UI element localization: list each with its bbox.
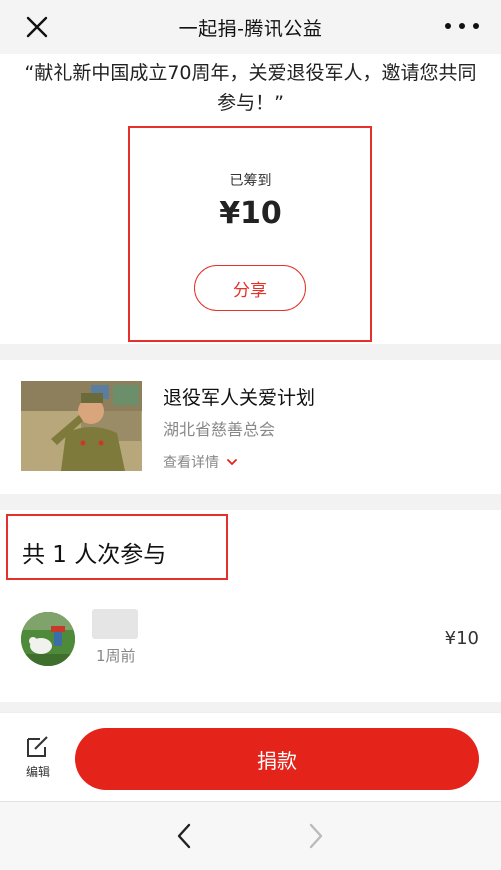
- page-title: 一起捐-腾讯公益: [178, 17, 323, 40]
- more-icon[interactable]: [445, 16, 479, 36]
- section-divider: [0, 494, 501, 510]
- forward-icon[interactable]: [304, 821, 328, 851]
- raised-label: 已筹到: [229, 173, 272, 189]
- share-button[interactable]: 分享: [194, 265, 306, 311]
- view-details-link[interactable]: 查看详情: [163, 452, 237, 472]
- donor-time: 1周前: [96, 647, 136, 665]
- invite-quote: “献礼新中国成立70周年，关爱退役军人，邀请您共同参与！”: [24, 62, 477, 114]
- browser-nav-bar: [0, 801, 501, 870]
- donate-button[interactable]: 捐款: [75, 728, 479, 790]
- project-organization: 湖北省慈善总会: [163, 420, 276, 439]
- edit-icon: [27, 736, 48, 757]
- project-thumbnail[interactable]: [21, 381, 142, 471]
- chevron-down-icon: [227, 459, 237, 466]
- section-divider: [0, 344, 501, 360]
- section-divider: [0, 702, 501, 712]
- participants-count: 共 1 人次参与: [22, 542, 167, 568]
- close-icon[interactable]: [22, 12, 52, 42]
- raised-amount: ¥10: [219, 196, 282, 231]
- title-bar: 一起捐-腾讯公益: [0, 0, 501, 54]
- edit-label: 编辑: [25, 765, 50, 779]
- view-details-label: 查看详情: [163, 455, 219, 471]
- edit-button[interactable]: 编辑: [18, 735, 58, 787]
- donor-amount: ¥10: [444, 628, 479, 649]
- project-title[interactable]: 退役军人关爱计划: [163, 383, 315, 410]
- donor-name-blurred: [92, 609, 138, 639]
- back-icon[interactable]: [172, 821, 196, 851]
- avatar: [21, 612, 75, 666]
